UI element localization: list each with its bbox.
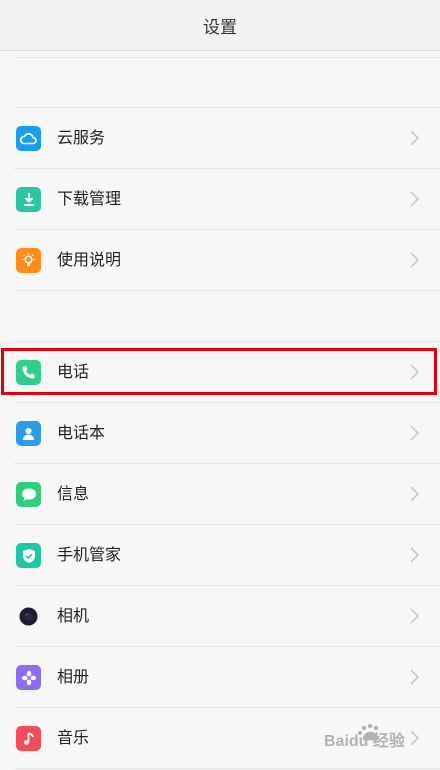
settings-item-download-manager[interactable]: 下载管理 bbox=[0, 169, 440, 229]
chevron-right-icon bbox=[410, 486, 420, 502]
divider bbox=[14, 57, 440, 58]
settings-item-label: 信息 bbox=[57, 484, 90, 503]
music-icon bbox=[16, 726, 41, 751]
settings-item-label: 使用说明 bbox=[57, 250, 122, 269]
lightbulb-icon bbox=[16, 248, 41, 273]
highlight-box bbox=[1, 348, 437, 395]
settings-item-label: 手机管家 bbox=[57, 545, 122, 564]
page-title: 设置 bbox=[203, 17, 237, 38]
camera-icon bbox=[16, 604, 41, 629]
chevron-right-icon bbox=[410, 547, 420, 563]
settings-item-user-guide[interactable]: 使用说明 bbox=[0, 230, 440, 290]
settings-item-phone-manager[interactable]: 手机管家 bbox=[0, 525, 440, 585]
settings-item-messages[interactable]: 信息 bbox=[0, 464, 440, 524]
settings-item-label: 电话本 bbox=[57, 423, 106, 442]
settings-item-label: 相册 bbox=[57, 667, 90, 686]
shield-icon bbox=[16, 543, 41, 568]
settings-item-contacts[interactable]: 电话本 bbox=[0, 403, 440, 463]
gallery-icon bbox=[16, 665, 41, 690]
divider bbox=[14, 768, 440, 769]
settings-item-gallery[interactable]: 相册 bbox=[0, 647, 440, 707]
chevron-right-icon bbox=[410, 252, 420, 268]
header-bar: 设置 bbox=[0, 0, 440, 51]
message-icon bbox=[16, 482, 41, 507]
settings-item-camera[interactable]: 相机 bbox=[0, 586, 440, 646]
chevron-right-icon bbox=[410, 191, 420, 207]
watermark-text: Baidu 经验 bbox=[324, 731, 406, 750]
chevron-right-icon bbox=[410, 608, 420, 624]
cloud-icon bbox=[16, 126, 41, 151]
chevron-right-icon bbox=[410, 425, 420, 441]
download-icon bbox=[16, 187, 41, 212]
settings-item-label: 下载管理 bbox=[57, 189, 122, 208]
divider bbox=[14, 290, 440, 291]
contacts-icon bbox=[16, 421, 41, 446]
settings-item-label: 相机 bbox=[57, 606, 90, 625]
chevron-right-icon bbox=[410, 130, 420, 146]
chevron-right-icon bbox=[410, 669, 420, 685]
baidu-watermark-logo: Baidu 经验 bbox=[322, 722, 422, 750]
settings-item-label: 音乐 bbox=[57, 728, 90, 747]
settings-item-label: 云服务 bbox=[57, 128, 106, 147]
settings-item-cloud-service[interactable]: 云服务 bbox=[0, 108, 440, 168]
